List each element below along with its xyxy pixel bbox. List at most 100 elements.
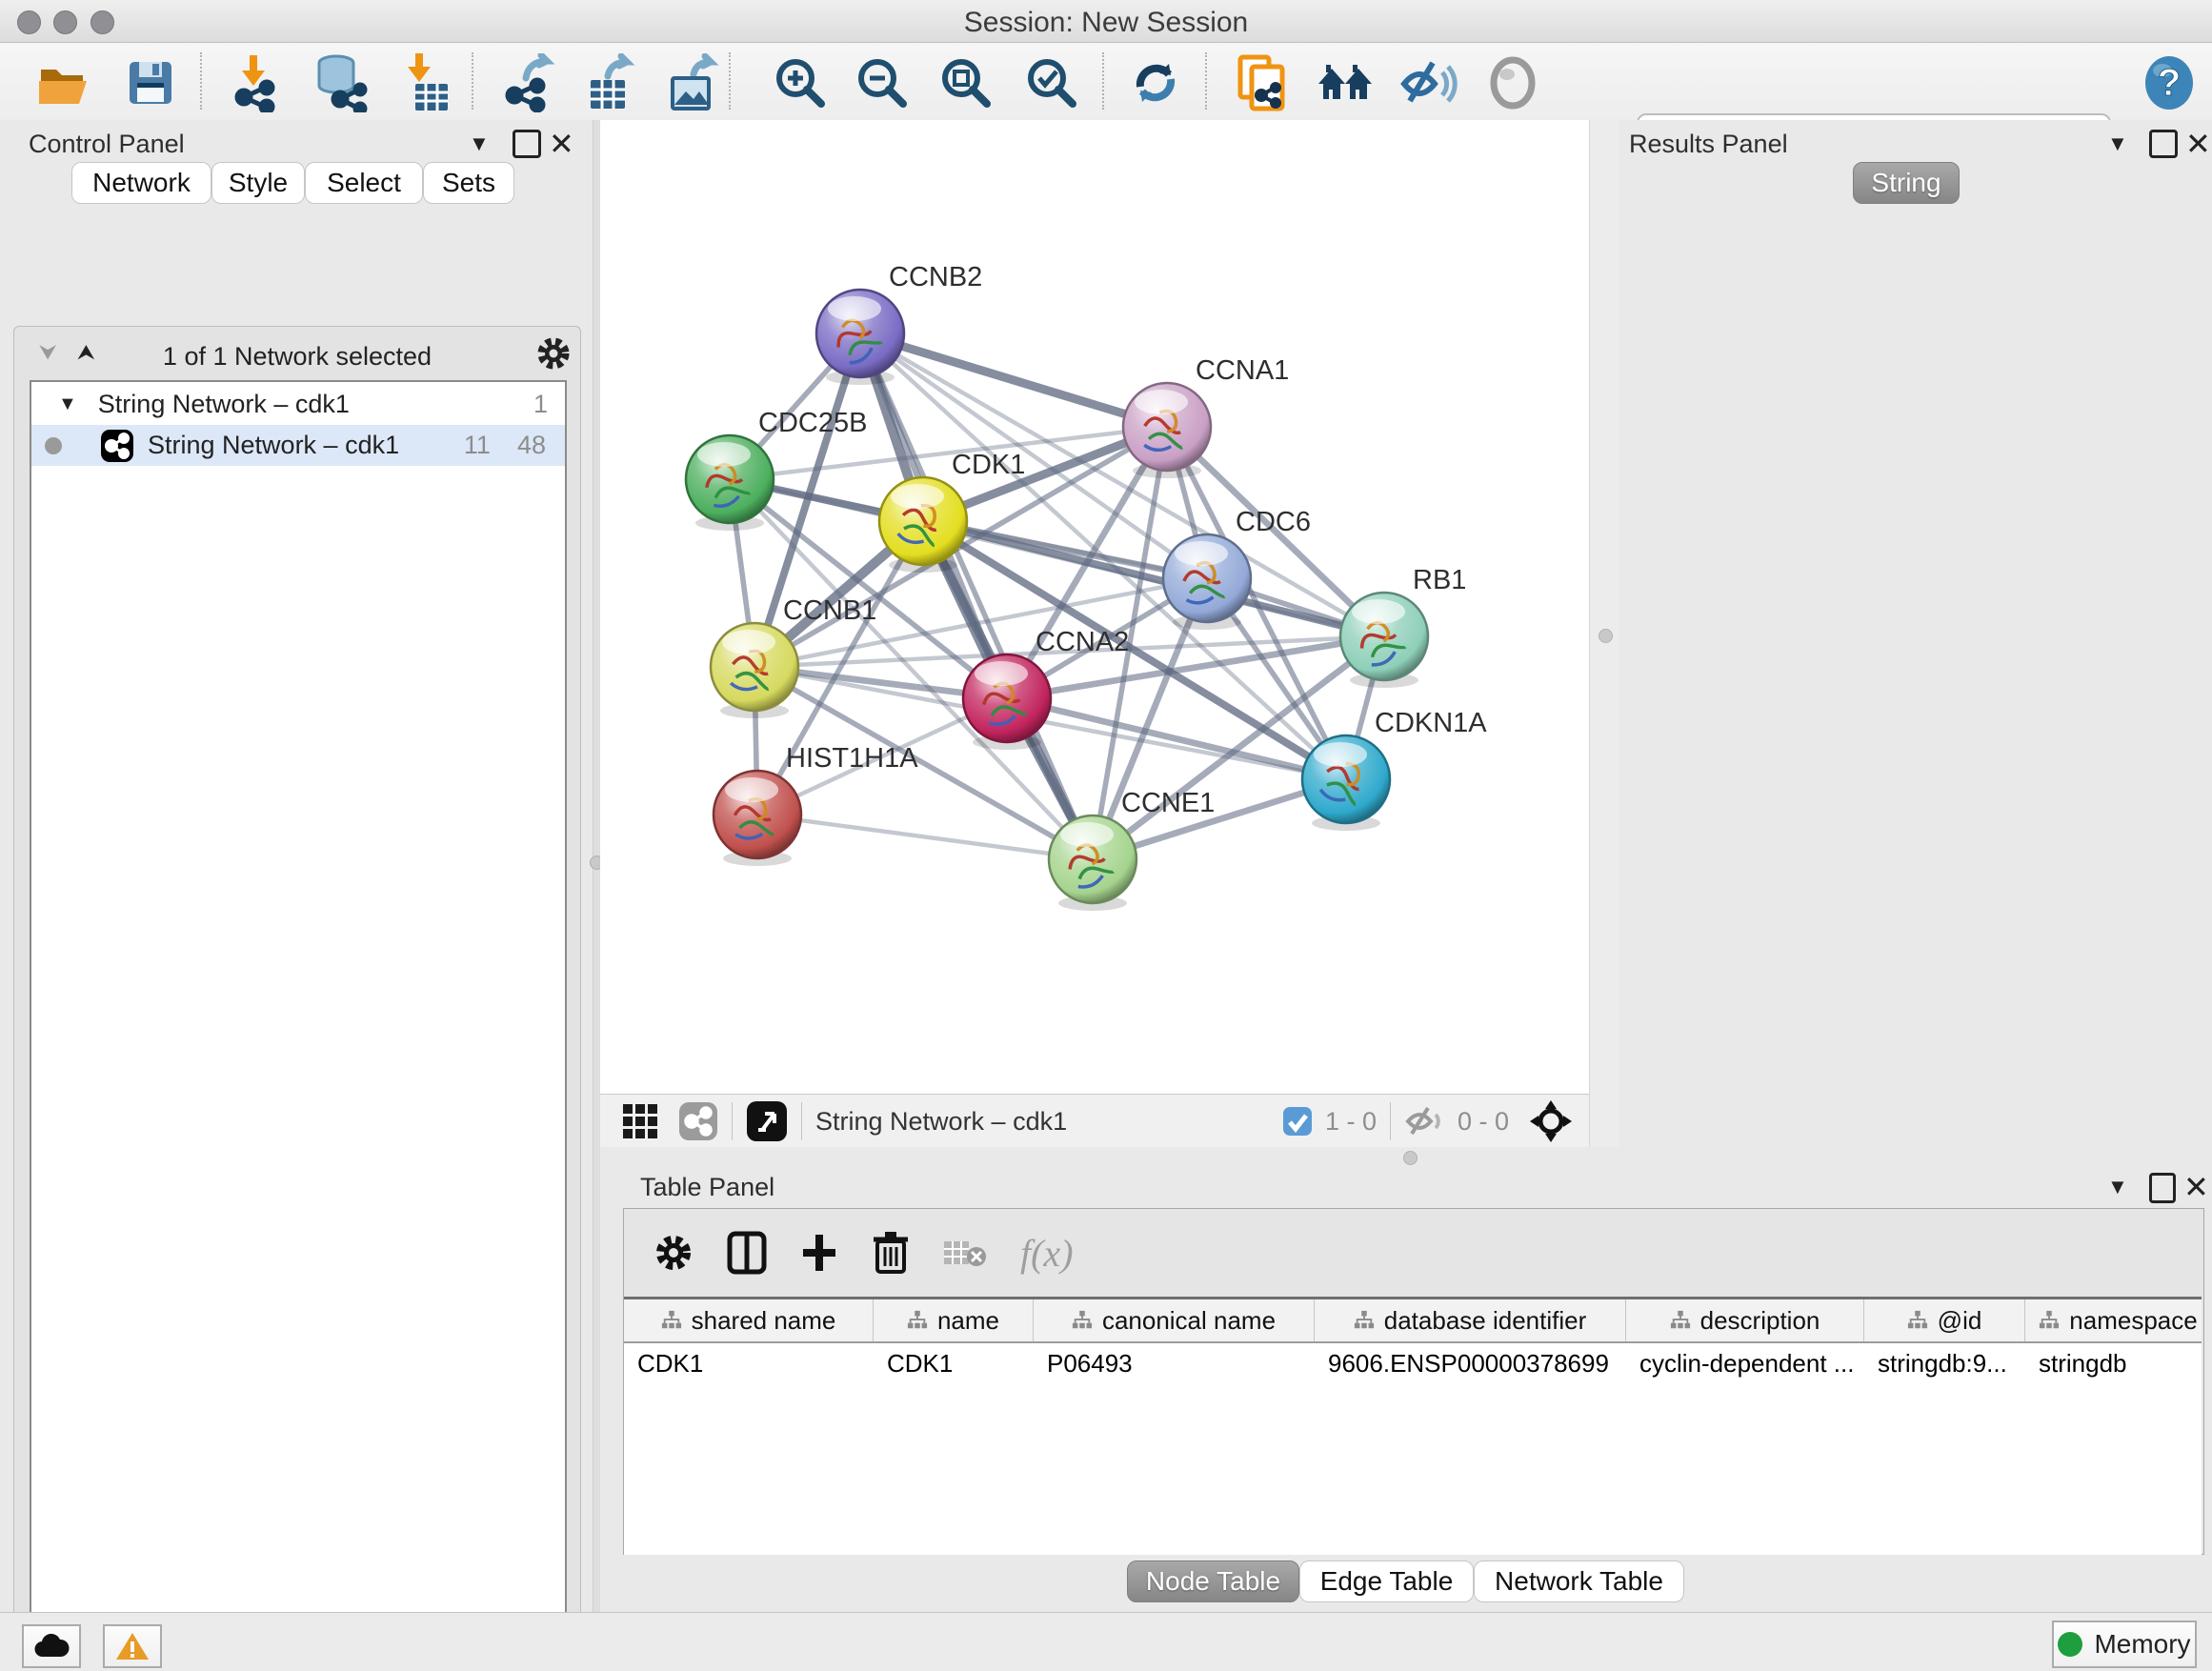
close-panel-button[interactable]: ✕ bbox=[549, 126, 574, 162]
node-label-CDK1: CDK1 bbox=[952, 450, 1025, 480]
column-header-label: database identifier bbox=[1384, 1306, 1586, 1336]
network-canvas[interactable]: CCNB2CCNA1CDC25BCDK1CDC6RB1CCNB1CCNA2CDK… bbox=[600, 120, 1589, 1094]
float-panel-button[interactable] bbox=[513, 130, 541, 158]
export-image-button[interactable] bbox=[657, 54, 726, 111]
control-panel-menu-button[interactable]: ▼ bbox=[469, 131, 490, 156]
network-node-count: 11 bbox=[464, 431, 491, 460]
title-bar: Session: New Session bbox=[0, 0, 2212, 43]
footer-separator bbox=[1390, 1102, 1391, 1140]
tab-edge-table[interactable]: Edge Table bbox=[1299, 1560, 1474, 1602]
eye-slash-icon bbox=[1398, 55, 1459, 111]
tab-network[interactable]: Network bbox=[71, 162, 211, 204]
memory-status-dot bbox=[2058, 1632, 2082, 1657]
column-header-namespace[interactable]: namespace bbox=[2025, 1299, 2202, 1341]
horizontal-splitter-handle[interactable] bbox=[1403, 1151, 1418, 1165]
import-network-database-button[interactable] bbox=[305, 54, 373, 111]
column-type-icon bbox=[907, 1310, 928, 1331]
node-label-CCNA2: CCNA2 bbox=[1036, 627, 1129, 657]
refresh-view-button[interactable] bbox=[1121, 54, 1190, 111]
import-network-file-button[interactable] bbox=[225, 54, 293, 111]
svg-text:?: ? bbox=[2158, 62, 2181, 104]
column-type-icon bbox=[1354, 1310, 1375, 1331]
cloud-status-button[interactable] bbox=[22, 1624, 81, 1668]
column-header-canonical-name[interactable]: canonical name bbox=[1034, 1299, 1315, 1341]
tab-select[interactable]: Select bbox=[305, 162, 423, 204]
network-options-gear-icon[interactable] bbox=[534, 334, 573, 372]
node-RB1[interactable]: RB1 bbox=[1340, 565, 1466, 688]
network-tab-content: ⮟ ⮝ 1 of 1 Network selected ▼ String Net… bbox=[13, 326, 581, 1671]
network-results-splitter[interactable] bbox=[1589, 120, 1620, 1167]
node-CCNE1[interactable]: CCNE1 bbox=[1049, 788, 1215, 911]
float-results-panel-button[interactable] bbox=[2149, 130, 2178, 158]
clone-network-button[interactable] bbox=[1228, 54, 1297, 111]
close-table-panel-button[interactable]: ✕ bbox=[2183, 1169, 2209, 1205]
column-header-shared-name[interactable]: shared name bbox=[624, 1299, 874, 1341]
right-splitter-handle[interactable] bbox=[1599, 629, 1613, 643]
create-column-plus-icon[interactable] bbox=[799, 1231, 839, 1275]
column-header-@id[interactable]: @id bbox=[1864, 1299, 2025, 1341]
zoom-fit-button[interactable] bbox=[932, 54, 1000, 111]
warnings-button[interactable] bbox=[103, 1624, 162, 1668]
tab-network-table[interactable]: Network Table bbox=[1474, 1560, 1684, 1602]
memory-label: Memory bbox=[2094, 1629, 2190, 1660]
column-header-description[interactable]: description bbox=[1626, 1299, 1864, 1341]
cell-description: cyclin-dependent ... bbox=[1626, 1343, 1864, 1383]
edge-HIST1H1A-CCNE1[interactable] bbox=[757, 815, 1093, 859]
import-table-file-button[interactable] bbox=[392, 54, 461, 111]
node-CCNA1[interactable]: CCNA1 bbox=[1123, 355, 1289, 478]
import-table-icon bbox=[398, 53, 455, 112]
birds-eye-view-icon[interactable] bbox=[746, 1100, 788, 1142]
column-header-database-identifier[interactable]: database identifier bbox=[1315, 1299, 1626, 1341]
refresh-icon bbox=[1127, 54, 1184, 111]
close-results-panel-button[interactable]: ✕ bbox=[2185, 126, 2211, 162]
node-CDC25B[interactable]: CDC25B bbox=[686, 408, 867, 531]
column-header-name[interactable]: name bbox=[874, 1299, 1034, 1341]
tab-sets[interactable]: Sets bbox=[423, 162, 514, 204]
network-row[interactable]: String Network – cdk1 11 48 bbox=[31, 425, 565, 466]
fit-content-crosshair-icon[interactable] bbox=[1528, 1098, 1574, 1144]
collection-name: String Network – cdk1 bbox=[98, 390, 350, 419]
node-label-CCNB1: CCNB1 bbox=[783, 595, 876, 626]
network-view-title: String Network – cdk1 bbox=[815, 1107, 1067, 1137]
hide-selected-button[interactable] bbox=[1395, 54, 1463, 111]
delete-column-trash-icon[interactable] bbox=[872, 1230, 910, 1276]
open-session-button[interactable] bbox=[30, 54, 99, 111]
collection-expander-icon[interactable]: ▼ bbox=[58, 393, 77, 415]
results-panel: Results Panel ▼ ✕ String Expand All Coll… bbox=[1619, 120, 2212, 1167]
tab-string[interactable]: String bbox=[1853, 162, 1960, 204]
table-row[interactable]: CDK1CDK1P064939606.ENSP00000378699cyclin… bbox=[624, 1343, 2202, 1383]
save-session-button[interactable] bbox=[116, 54, 185, 111]
collection-row[interactable]: ▼ String Network – cdk1 1 bbox=[31, 384, 565, 425]
export-network-button[interactable] bbox=[495, 54, 564, 111]
results-panel-menu-button[interactable]: ▼ bbox=[2107, 131, 2128, 156]
help-button[interactable]: ? bbox=[2135, 54, 2203, 111]
show-hidden-button[interactable] bbox=[1478, 54, 1547, 111]
tab-node-table[interactable]: Node Table bbox=[1127, 1560, 1299, 1602]
export-table-button[interactable] bbox=[575, 54, 644, 111]
table-panel-menu-button[interactable]: ▼ bbox=[2107, 1175, 2128, 1199]
node-table: shared name name canonical name database id… bbox=[624, 1297, 2202, 1555]
grid-view-icon[interactable] bbox=[621, 1102, 659, 1140]
zoom-selected-button[interactable] bbox=[1017, 54, 1086, 111]
zoom-in-button[interactable] bbox=[766, 54, 835, 111]
float-table-panel-button[interactable] bbox=[2149, 1173, 2176, 1203]
column-header-label: name bbox=[937, 1306, 999, 1336]
show-columns-icon[interactable] bbox=[727, 1231, 767, 1275]
edge-CCNA2-CDKN1A[interactable] bbox=[1007, 698, 1346, 779]
table-options-gear-icon[interactable] bbox=[653, 1232, 694, 1274]
node-CDKN1A[interactable]: CDKN1A bbox=[1302, 708, 1487, 831]
control-panel: Control Panel ▼ ✕ Network Style Select S… bbox=[0, 120, 593, 1612]
export-table-icon bbox=[579, 53, 640, 112]
edge-CCNB2-CCNA1[interactable] bbox=[860, 333, 1167, 427]
warning-icon bbox=[115, 1631, 150, 1661]
zoom-out-button[interactable] bbox=[848, 54, 916, 111]
houses-icon bbox=[1315, 55, 1377, 111]
node-HIST1H1A[interactable]: HIST1H1A bbox=[714, 743, 918, 866]
selected-checkbox-icon[interactable] bbox=[1281, 1105, 1314, 1137]
tab-style[interactable]: Style bbox=[211, 162, 305, 204]
first-neighbors-button[interactable] bbox=[1312, 54, 1380, 111]
string-network-graph[interactable]: CCNB2CCNA1CDC25BCDK1CDC6RB1CCNB1CCNA2CDK… bbox=[600, 120, 1589, 1094]
node-CCNB1[interactable]: CCNB1 bbox=[711, 595, 876, 718]
network-share-view-icon[interactable] bbox=[678, 1101, 718, 1141]
memory-button[interactable]: Memory bbox=[2052, 1621, 2197, 1668]
